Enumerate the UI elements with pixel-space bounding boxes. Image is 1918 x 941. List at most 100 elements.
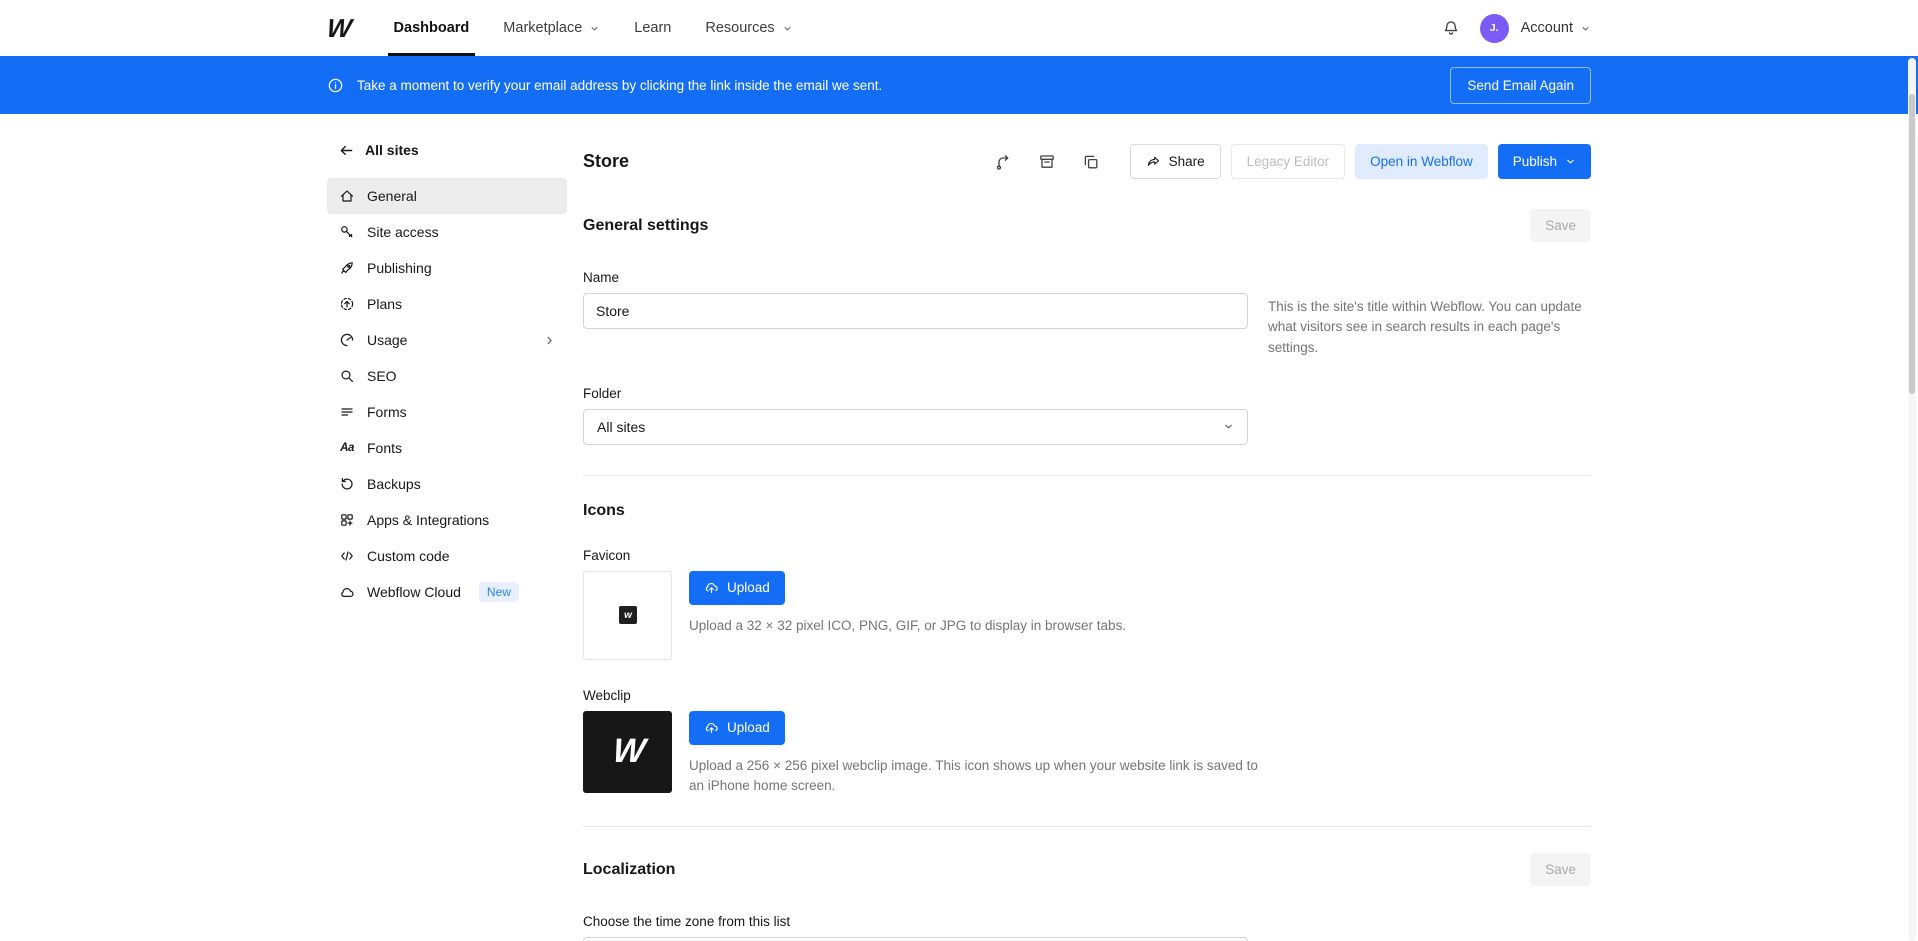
sidebar-item-label: Plans <box>367 296 402 312</box>
legacy-editor-button[interactable]: Legacy Editor <box>1231 144 1346 179</box>
apps-icon <box>339 512 355 528</box>
restore-icon <box>339 476 355 492</box>
scrollbar-track <box>1908 58 1916 941</box>
chevron-down-icon <box>1580 23 1591 34</box>
email-verification-banner: Take a moment to verify your email addre… <box>0 56 1918 114</box>
sidebar-item-label: Site access <box>367 224 439 240</box>
user-avatar[interactable]: J. <box>1480 14 1509 43</box>
sidebar-item-seo[interactable]: SEO <box>327 358 567 394</box>
sidebar-item-label: Backups <box>367 476 421 492</box>
account-menu[interactable]: Account <box>1521 20 1591 36</box>
upload-webclip-button[interactable]: Upload <box>689 711 785 745</box>
gauge-icon <box>339 332 355 348</box>
duplicate-site-button[interactable] <box>1080 151 1102 173</box>
upload-label: Upload <box>727 580 770 595</box>
scrollbar-thumb[interactable] <box>1909 94 1915 394</box>
timezone-select[interactable]: [GMT+2:00] Europe/Paris <box>583 937 1248 941</box>
sidebar-item-label: Usage <box>367 332 407 348</box>
publish-button[interactable]: Publish <box>1498 144 1591 179</box>
nav-item-dashboard[interactable]: Dashboard <box>394 0 470 56</box>
open-in-webflow-button[interactable]: Open in Webflow <box>1355 144 1488 179</box>
timezone-helper-text: Time zone defaults to UTC, so setting it… <box>1268 937 1591 941</box>
folder-label: Folder <box>583 386 1591 401</box>
nav-item-marketplace[interactable]: Marketplace <box>503 0 600 56</box>
back-label: All sites <box>365 142 419 158</box>
chevron-right-icon <box>544 335 555 346</box>
save-button-general[interactable]: Save <box>1530 209 1591 242</box>
webflow-logo[interactable]: W <box>325 13 351 44</box>
home-icon <box>339 188 355 204</box>
chevron-down-icon <box>589 23 600 34</box>
share-button[interactable]: Share <box>1130 144 1221 179</box>
send-email-again-button[interactable]: Send Email Again <box>1450 67 1591 104</box>
notifications-bell-button[interactable] <box>1440 17 1462 39</box>
favicon-image: w <box>619 606 637 624</box>
key-icon <box>339 224 355 240</box>
sidebar-item-label: General <box>367 188 417 204</box>
transfer-site-button[interactable] <box>992 151 1014 173</box>
section-divider <box>583 826 1591 827</box>
favicon-preview: w <box>583 571 672 660</box>
code-icon <box>339 548 355 564</box>
folder-select-value: All sites <box>597 419 645 435</box>
sidebar-item-label: Custom code <box>367 548 449 564</box>
sidebar-item-custom-code[interactable]: Custom code <box>327 538 567 574</box>
new-badge: New <box>479 582 519 602</box>
sidebar-item-forms[interactable]: Forms <box>327 394 567 430</box>
sidebar-item-label: Fonts <box>367 440 402 456</box>
account-label: Account <box>1521 20 1573 36</box>
sidebar-item-fonts[interactable]: Aa Fonts <box>327 430 567 466</box>
sidebar-item-label: Publishing <box>367 260 432 276</box>
chevron-down-icon <box>1565 156 1576 167</box>
name-input[interactable] <box>583 293 1248 329</box>
nav-item-resources[interactable]: Resources <box>705 0 792 56</box>
sidebar-item-plans[interactable]: Plans <box>327 286 567 322</box>
page-title: Store <box>583 151 629 172</box>
upload-label: Upload <box>727 720 770 735</box>
nav-item-label: Marketplace <box>503 20 582 36</box>
upload-icon <box>704 720 719 735</box>
info-icon <box>327 77 344 94</box>
webclip-image: W <box>611 732 644 771</box>
name-label: Name <box>583 270 1591 285</box>
favicon-label: Favicon <box>583 548 1591 563</box>
share-icon <box>1146 154 1161 169</box>
nav-item-label: Learn <box>634 20 671 36</box>
rocket-icon <box>339 260 355 276</box>
forms-icon <box>339 404 355 420</box>
share-label: Share <box>1169 154 1205 169</box>
settings-main: Store Share Legacy Edit <box>583 114 1591 941</box>
webclip-preview: W <box>583 711 672 793</box>
settings-sidebar: All sites General Site access Publishing… <box>327 114 567 941</box>
folder-select[interactable]: All sites <box>583 409 1248 445</box>
sidebar-item-label: Webflow Cloud <box>367 584 461 600</box>
sidebar-item-label: SEO <box>367 368 397 384</box>
name-helper-text: This is the site's title within Webflow.… <box>1268 293 1591 358</box>
publish-label: Publish <box>1513 154 1557 169</box>
upgrade-icon <box>339 296 355 312</box>
sidebar-item-site-access[interactable]: Site access <box>327 214 567 250</box>
sidebar-item-apps-integrations[interactable]: Apps & Integrations <box>327 502 567 538</box>
save-button-localization[interactable]: Save <box>1530 853 1591 886</box>
nav-item-label: Dashboard <box>394 20 470 36</box>
general-settings-heading: General settings <box>583 217 708 235</box>
localization-heading: Localization <box>583 861 675 879</box>
webclip-helper-text: Upload a 256 × 256 pixel webclip image. … <box>689 756 1269 797</box>
sidebar-item-general[interactable]: General <box>327 178 567 214</box>
bell-icon <box>1442 19 1460 37</box>
sidebar-item-label: Apps & Integrations <box>367 512 489 528</box>
sidebar-item-usage[interactable]: Usage <box>327 322 567 358</box>
sidebar-item-webflow-cloud[interactable]: Webflow Cloud New <box>327 574 567 610</box>
sidebar-item-backups[interactable]: Backups <box>327 466 567 502</box>
sidebar-item-label: Forms <box>367 404 407 420</box>
top-navbar: W Dashboard Marketplace Learn Resources … <box>0 0 1918 56</box>
archive-site-button[interactable] <box>1036 151 1058 173</box>
sidebar-item-publishing[interactable]: Publishing <box>327 250 567 286</box>
favicon-helper-text: Upload a 32 × 32 pixel ICO, PNG, GIF, or… <box>689 616 1126 636</box>
back-to-all-sites[interactable]: All sites <box>327 142 567 158</box>
timezone-label: Choose the time zone from this list <box>583 914 1591 929</box>
chevron-down-icon <box>782 23 793 34</box>
arrow-left-icon <box>339 143 354 158</box>
nav-item-learn[interactable]: Learn <box>634 0 671 56</box>
upload-favicon-button[interactable]: Upload <box>689 571 785 605</box>
